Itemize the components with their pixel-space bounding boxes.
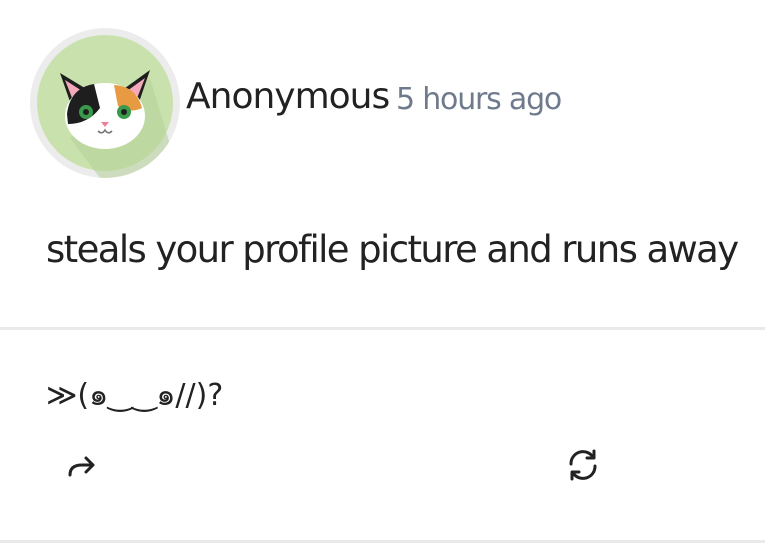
divider [0, 540, 765, 543]
divider [0, 327, 765, 330]
share-arrow-icon [68, 456, 95, 477]
post-header: Anonymous 5 hours ago [0, 0, 765, 190]
share-button[interactable] [60, 445, 100, 485]
post-timestamp: 5 hours ago [396, 82, 562, 117]
calico-cat-avatar-icon [37, 35, 180, 178]
refresh-button[interactable] [563, 445, 603, 485]
avatar[interactable] [30, 28, 180, 178]
refresh-icon [569, 449, 597, 481]
author-name[interactable]: Anonymous [186, 76, 390, 117]
reply-text: ≫(๑‿‿๑//)? [46, 378, 224, 413]
post-body-text: steals your profile picture and runs awa… [46, 228, 739, 271]
